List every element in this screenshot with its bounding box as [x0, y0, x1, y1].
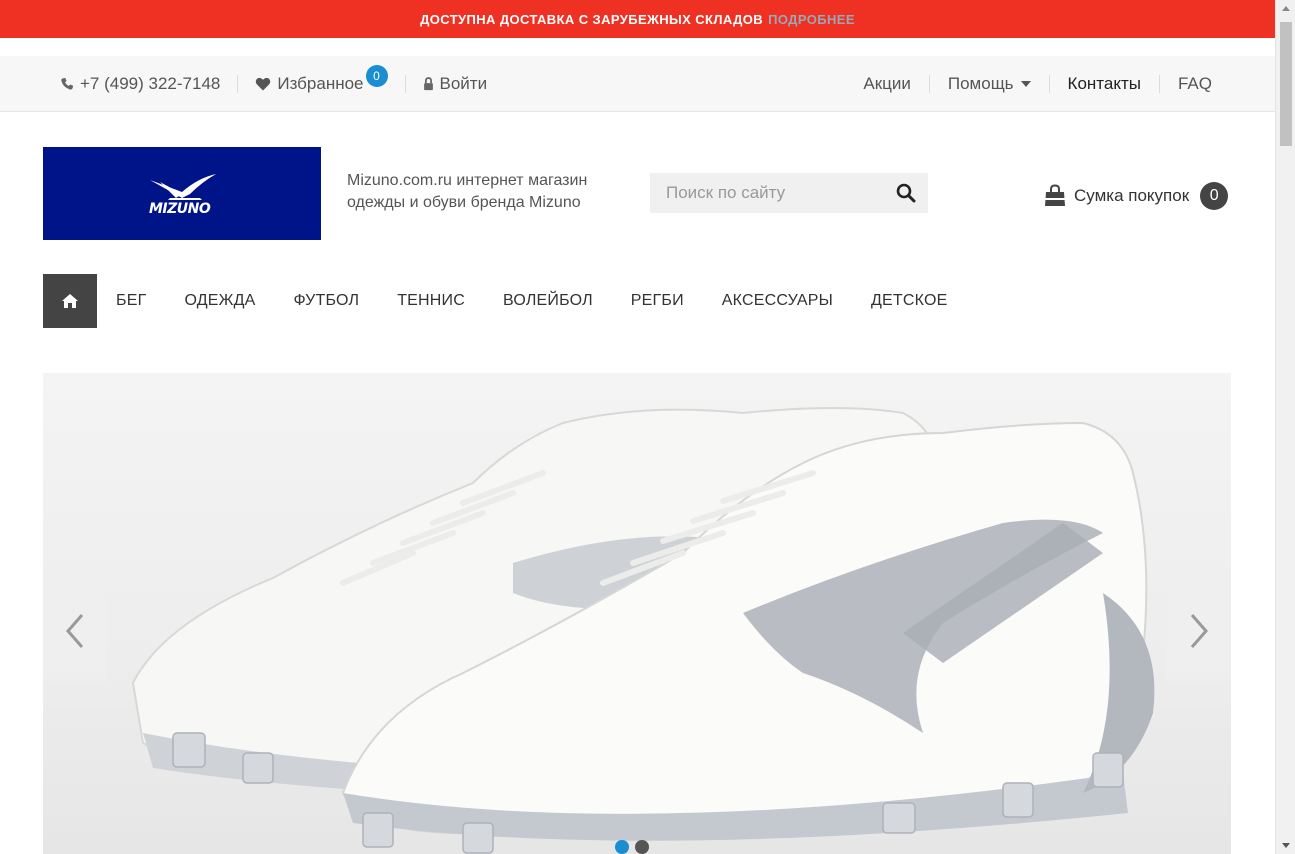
slider-dots: [615, 840, 655, 854]
help-dropdown[interactable]: Помощь: [948, 74, 1031, 94]
brand-logo[interactable]: MIZUNO: [43, 147, 321, 240]
mizuno-logo-mark: MIZUNO: [149, 173, 216, 216]
help-label: Помощь: [947, 74, 1014, 93]
main-nav: Бег Одежда Футбол Теннис Волейбол Регби …: [43, 274, 967, 328]
heart-icon: [256, 77, 271, 91]
svg-text:MIZUNO: MIZUNO: [149, 201, 211, 216]
faq-link[interactable]: FAQ: [1178, 74, 1212, 94]
phone-number: +7 (499) 322-7148: [80, 74, 221, 93]
scroll-down-icon[interactable]: [1282, 843, 1290, 848]
nav-item-clothing[interactable]: Одежда: [184, 292, 255, 310]
top-bar: +7 (499) 322-7148 Избранное 0 Войти Акци…: [0, 56, 1275, 112]
divider: [1158, 75, 1160, 93]
nav-item-tennis[interactable]: Теннис: [397, 292, 465, 310]
caret-down-icon: [1020, 81, 1031, 87]
promo-banner: Доступна доставка с зарубежных складов П…: [0, 0, 1275, 38]
cart-link[interactable]: Сумка покупок 0: [1043, 182, 1229, 210]
scroll-up-icon[interactable]: [1282, 6, 1290, 11]
lock-icon: [423, 77, 433, 91]
slider-next-button[interactable]: [1167, 581, 1231, 681]
hero-slider: [43, 373, 1231, 854]
divider: [1048, 75, 1050, 93]
promo-text: Доступна доставка с зарубежных складов: [420, 11, 764, 27]
chevron-left-icon: [66, 614, 84, 648]
cart-count-badge: 0: [1200, 182, 1229, 210]
nav-item-accessories[interactable]: Аксессуары: [722, 292, 833, 310]
bag-icon: [1045, 184, 1065, 206]
divider: [928, 75, 930, 93]
nav-item-kids[interactable]: Детское: [871, 292, 948, 310]
nav-item-football[interactable]: Футбол: [294, 292, 360, 310]
divider: [237, 75, 239, 93]
phone-icon: [61, 77, 74, 90]
promo-link[interactable]: Акции: [863, 74, 911, 94]
login-link[interactable]: Войти: [423, 74, 488, 94]
scrollbar-thumb[interactable]: [1280, 22, 1292, 146]
nav-item-volleyball[interactable]: Волейбол: [503, 292, 593, 310]
home-icon: [62, 294, 78, 308]
phone-link[interactable]: +7 (499) 322-7148: [60, 74, 220, 94]
search-icon[interactable]: [896, 183, 916, 203]
favorites-label: Избранное: [277, 74, 364, 93]
search-input[interactable]: [650, 183, 880, 203]
search-box: [650, 173, 928, 213]
home-button[interactable]: [43, 274, 97, 328]
site-tagline: Mizuno.com.ru интернет магазин одежды и …: [347, 172, 588, 211]
slider-dot[interactable]: [615, 840, 629, 854]
divider: [404, 75, 406, 93]
page-scrollbar[interactable]: [1275, 0, 1295, 854]
hero-slide-image: [131, 407, 1155, 854]
chevron-right-icon: [1190, 614, 1208, 648]
favorites-link[interactable]: Избранное 0: [255, 65, 388, 95]
favorites-count-badge: 0: [365, 65, 388, 87]
slider-prev-button[interactable]: [43, 581, 107, 681]
slider-dot[interactable]: [635, 840, 649, 854]
promo-more-link[interactable]: Подробнее: [768, 12, 855, 27]
cart-label: Сумка покупок: [1074, 186, 1190, 205]
nav-item-running[interactable]: Бег: [116, 292, 146, 310]
contacts-link[interactable]: Контакты: [1068, 74, 1141, 94]
nav-item-rugby[interactable]: Регби: [631, 292, 684, 310]
login-label: Войти: [439, 74, 488, 93]
